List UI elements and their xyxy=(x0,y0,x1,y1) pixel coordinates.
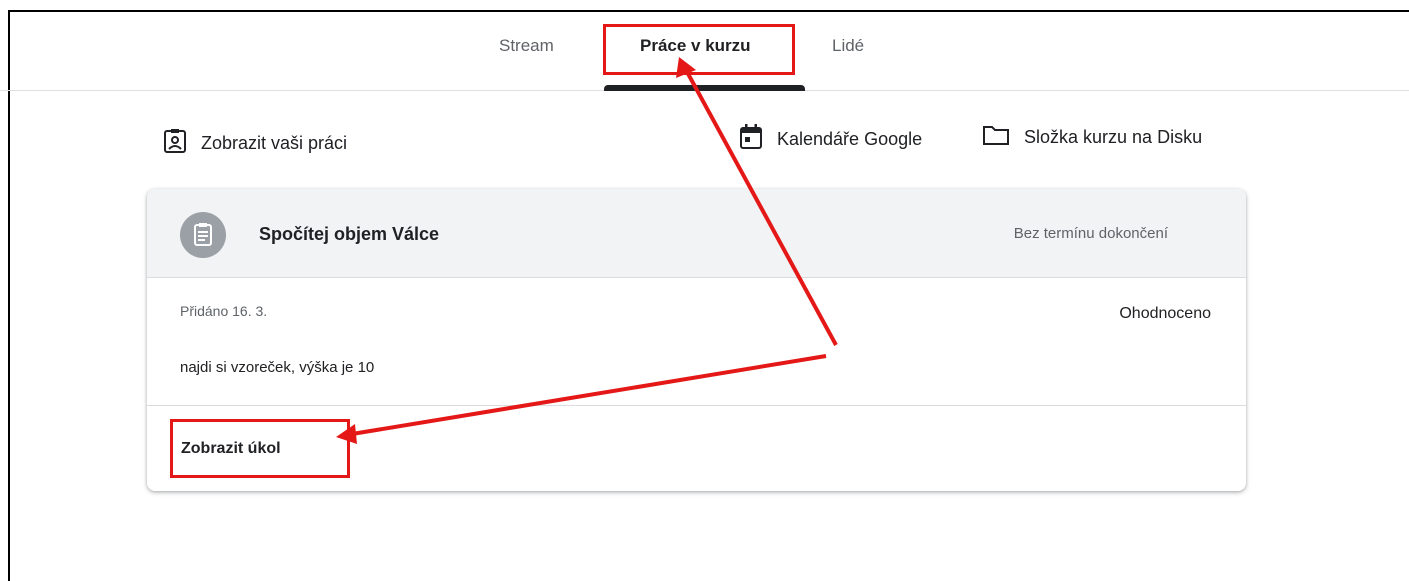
grade-status: Ohodnoceno xyxy=(1119,305,1211,322)
view-assignment-link[interactable]: Zobrazit úkol xyxy=(181,440,281,458)
assignment-title: Spočítej objem Válce xyxy=(259,224,440,244)
portrait-badge-icon xyxy=(163,128,187,159)
posted-date: Přidáno 16. 3. xyxy=(180,303,268,319)
tab-stream[interactable]: Stream xyxy=(499,36,554,56)
view-your-work-link[interactable]: Zobrazit vaši práci xyxy=(163,128,347,159)
assignment-icon xyxy=(180,212,226,258)
assignment-header[interactable]: Spočítej objem Válce Bez termínu dokonče… xyxy=(147,189,1246,278)
tab-people[interactable]: Lidé xyxy=(832,36,864,56)
view-your-work-label: Zobrazit vaši práci xyxy=(201,133,348,153)
folder-icon xyxy=(982,124,1010,151)
tab-classwork[interactable]: Práce v kurzu xyxy=(640,36,751,56)
calendar-icon xyxy=(739,124,763,155)
google-calendar-label: Kalendáře Google xyxy=(777,129,923,149)
google-calendar-link[interactable]: Kalendáře Google xyxy=(739,124,922,155)
assignment-description: najdi si vzoreček, výška je 10 xyxy=(180,359,375,376)
due-date: Bez termínu dokončení xyxy=(1013,225,1168,242)
assignment-card: Spočítej objem Válce Bez termínu dokonče… xyxy=(147,189,1246,491)
drive-folder-link[interactable]: Složka kurzu na Disku xyxy=(982,124,1202,151)
tab-bar: Stream Práce v kurzu Lidé xyxy=(0,0,1409,91)
drive-folder-label: Složka kurzu na Disku xyxy=(1024,127,1203,147)
assignment-footer: Zobrazit úkol xyxy=(147,405,1246,491)
active-tab-indicator xyxy=(604,85,805,91)
